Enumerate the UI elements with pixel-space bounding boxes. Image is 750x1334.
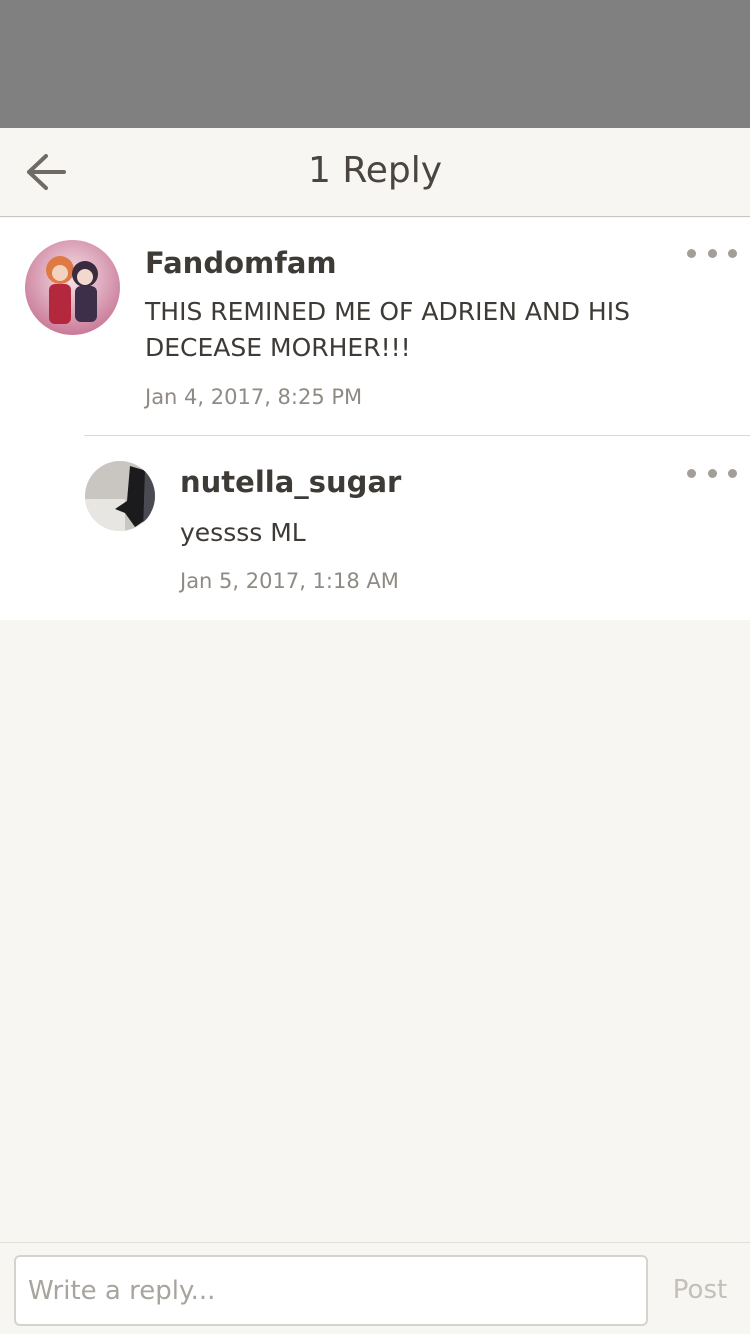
more-horizontal-icon <box>687 248 696 258</box>
more-horizontal-icon <box>687 468 696 478</box>
comment-more-button[interactable] <box>687 241 737 265</box>
post-button[interactable]: Post <box>660 1265 740 1315</box>
reply-text: yessss ML <box>180 518 306 547</box>
more-dot <box>728 468 737 478</box>
more-dot <box>707 468 717 478</box>
reply-avatar[interactable] <box>85 461 155 531</box>
reply-timestamp: Jan 5, 2017, 1:18 AM <box>180 569 399 593</box>
reply-divider <box>84 435 750 436</box>
comment-timestamp: Jan 4, 2017, 8:25 PM <box>145 385 363 409</box>
avatar[interactable] <box>25 240 120 335</box>
reply-input[interactable] <box>14 1255 648 1326</box>
more-dot <box>707 248 717 258</box>
status-bar-area <box>0 0 750 128</box>
avatar-image <box>25 240 120 335</box>
page-title: 1 Reply <box>307 150 443 191</box>
more-dot <box>728 248 737 258</box>
reply-composer: Post <box>0 1242 750 1334</box>
reply-more-button[interactable] <box>687 461 737 485</box>
comment-thread: Fandomfam THIS REMINED ME OF ADRIEN AND … <box>0 218 750 620</box>
comment-text: THIS REMINED ME OF ADRIEN AND HIS DECEAS… <box>145 297 630 362</box>
comment-username[interactable]: Fandomfam <box>145 246 337 280</box>
reply-username[interactable]: nutella_sugar <box>180 465 401 499</box>
avatar-image <box>85 461 155 531</box>
navigation-header: 1 Reply <box>0 128 750 217</box>
